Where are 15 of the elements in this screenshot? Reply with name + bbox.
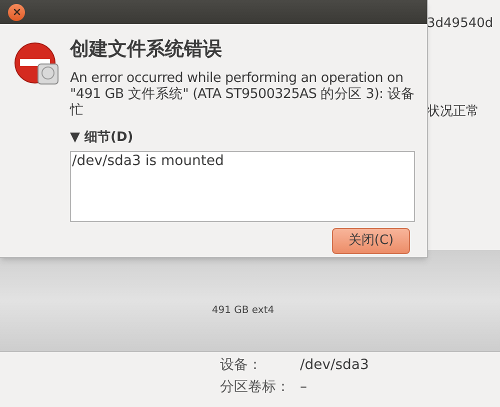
dialog-heading: 创建文件系统错误 <box>70 37 223 62</box>
field-label: 设备： <box>220 356 263 375</box>
error-message: An error occurred while performing an operation on "491 GB 文件系统" (ATA ST9500325AS 的分区 3): 设备忙 <box>70 70 416 118</box>
field-label: 分区卷标： <box>220 378 291 397</box>
close-button[interactable] <box>8 4 25 20</box>
details-text-area[interactable]: /dev/sda3 is mounted <box>70 150 415 222</box>
partition-label: 491 GB ext4 <box>212 304 274 318</box>
error-drive-icon <box>14 42 60 86</box>
close-icon <box>12 7 22 17</box>
info-text: 3d49540d <box>427 15 494 33</box>
field-value: – <box>300 378 307 397</box>
close-button[interactable]: 关闭(C) <box>332 228 410 254</box>
field-value: /dev/sda3 <box>300 356 369 375</box>
details-expander[interactable]: ▼ 细节(D) <box>70 128 416 148</box>
partition-bar[interactable]: 491 GB ext4 <box>0 250 500 352</box>
